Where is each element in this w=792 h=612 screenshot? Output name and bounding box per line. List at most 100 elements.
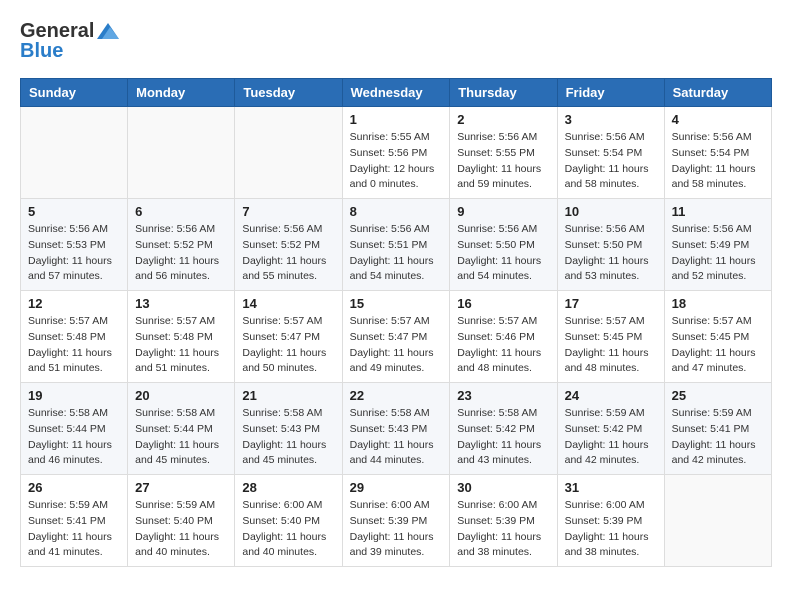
day-info: Sunrise: 5:57 AMSunset: 5:47 PMDaylight:… <box>242 314 334 377</box>
calendar-cell: 6Sunrise: 5:56 AMSunset: 5:52 PMDaylight… <box>128 199 235 291</box>
day-info: Sunrise: 5:58 AMSunset: 5:43 PMDaylight:… <box>242 406 334 469</box>
calendar-week-1: 1 Sunrise: 5:55 AMSunset: 5:56 PMDaylight… <box>21 107 772 199</box>
calendar-cell: 13Sunrise: 5:57 AMSunset: 5:48 PMDayligh… <box>128 291 235 383</box>
day-number: 7 <box>242 204 334 219</box>
calendar-cell: 25 Sunrise: 5:59 AMSunset: 5:41 PMDayligh… <box>664 383 771 475</box>
calendar-cell: 31 Sunrise: 6:00 AMSunset: 5:39 PMDayligh… <box>557 475 664 567</box>
day-info: Sunrise: 6:00 AMSunset: 5:39 PMDaylight:… <box>565 498 657 561</box>
day-number: 2 <box>457 112 549 127</box>
day-info: Sunrise: 5:59 AMSunset: 5:42 PMDaylight:… <box>565 406 657 469</box>
day-info: Sunrise: 5:55 AMSunset: 5:56 PMDaylight:… <box>350 130 443 193</box>
day-number: 9 <box>457 204 549 219</box>
day-info: Sunrise: 5:56 AMSunset: 5:53 PMDaylight:… <box>28 222 120 285</box>
day-number: 1 <box>350 112 443 127</box>
calendar-cell: 4 Sunrise: 5:56 AMSunset: 5:54 PMDaylight… <box>664 107 771 199</box>
logo-blue-word: Blue <box>20 40 119 62</box>
day-info: Sunrise: 5:57 AMSunset: 5:45 PMDaylight:… <box>565 314 657 377</box>
calendar-cell: 30 Sunrise: 6:00 AMSunset: 5:39 PMDayligh… <box>450 475 557 567</box>
day-number: 20 <box>135 388 227 403</box>
day-number: 12 <box>28 296 120 311</box>
day-info: Sunrise: 5:56 AMSunset: 5:55 PMDaylight:… <box>457 130 549 193</box>
calendar-table: SundayMondayTuesdayWednesdayThursdayFrid… <box>20 78 772 567</box>
calendar-cell <box>664 475 771 567</box>
calendar-header-row: SundayMondayTuesdayWednesdayThursdayFrid… <box>21 79 772 107</box>
day-number: 15 <box>350 296 443 311</box>
day-number: 22 <box>350 388 443 403</box>
day-info: Sunrise: 5:56 AMSunset: 5:50 PMDaylight:… <box>457 222 549 285</box>
logo-triangle-icon <box>97 23 119 39</box>
day-number: 17 <box>565 296 657 311</box>
day-number: 30 <box>457 480 549 495</box>
day-info: Sunrise: 5:59 AMSunset: 5:40 PMDaylight:… <box>135 498 227 561</box>
day-number: 13 <box>135 296 227 311</box>
calendar-cell: 23 Sunrise: 5:58 AMSunset: 5:42 PMDayligh… <box>450 383 557 475</box>
day-number: 24 <box>565 388 657 403</box>
day-info: Sunrise: 5:56 AMSunset: 5:54 PMDaylight:… <box>672 130 764 193</box>
day-number: 29 <box>350 480 443 495</box>
calendar-cell: 19Sunrise: 5:58 AMSunset: 5:44 PMDayligh… <box>21 383 128 475</box>
day-info: Sunrise: 5:57 AMSunset: 5:48 PMDaylight:… <box>28 314 120 377</box>
day-number: 14 <box>242 296 334 311</box>
calendar-cell: 18 Sunrise: 5:57 AMSunset: 5:45 PMDayligh… <box>664 291 771 383</box>
weekday-header-thursday: Thursday <box>450 79 557 107</box>
calendar-cell <box>128 107 235 199</box>
calendar-cell: 7 Sunrise: 5:56 AMSunset: 5:52 PMDaylight… <box>235 199 342 291</box>
day-number: 8 <box>350 204 443 219</box>
day-number: 31 <box>565 480 657 495</box>
day-number: 27 <box>135 480 227 495</box>
calendar-cell: 14 Sunrise: 5:57 AMSunset: 5:47 PMDayligh… <box>235 291 342 383</box>
day-info: Sunrise: 6:00 AMSunset: 5:40 PMDaylight:… <box>242 498 334 561</box>
day-info: Sunrise: 5:59 AMSunset: 5:41 PMDaylight:… <box>672 406 764 469</box>
day-info: Sunrise: 5:56 AMSunset: 5:50 PMDaylight:… <box>565 222 657 285</box>
day-number: 28 <box>242 480 334 495</box>
calendar-cell: 21 Sunrise: 5:58 AMSunset: 5:43 PMDayligh… <box>235 383 342 475</box>
day-info: Sunrise: 6:00 AMSunset: 5:39 PMDaylight:… <box>457 498 549 561</box>
calendar-cell: 1 Sunrise: 5:55 AMSunset: 5:56 PMDaylight… <box>342 107 450 199</box>
day-number: 21 <box>242 388 334 403</box>
calendar-week-2: 5 Sunrise: 5:56 AMSunset: 5:53 PMDaylight… <box>21 199 772 291</box>
weekday-header-tuesday: Tuesday <box>235 79 342 107</box>
day-info: Sunrise: 6:00 AMSunset: 5:39 PMDaylight:… <box>350 498 443 561</box>
calendar-cell: 26Sunrise: 5:59 AMSunset: 5:41 PMDayligh… <box>21 475 128 567</box>
logo-container: General Blue <box>20 20 119 62</box>
calendar-week-5: 26Sunrise: 5:59 AMSunset: 5:41 PMDayligh… <box>21 475 772 567</box>
day-info: Sunrise: 5:58 AMSunset: 5:42 PMDaylight:… <box>457 406 549 469</box>
page-header: General Blue <box>20 20 772 62</box>
day-info: Sunrise: 5:57 AMSunset: 5:45 PMDaylight:… <box>672 314 764 377</box>
day-number: 6 <box>135 204 227 219</box>
logo-text-block: General Blue <box>20 20 119 62</box>
logo-top-row: General <box>20 20 119 42</box>
calendar-week-3: 12 Sunrise: 5:57 AMSunset: 5:48 PMDayligh… <box>21 291 772 383</box>
day-number: 26 <box>28 480 120 495</box>
calendar-cell <box>235 107 342 199</box>
calendar-cell: 22 Sunrise: 5:58 AMSunset: 5:43 PMDayligh… <box>342 383 450 475</box>
day-info: Sunrise: 5:57 AMSunset: 5:47 PMDaylight:… <box>350 314 443 377</box>
day-info: Sunrise: 5:56 AMSunset: 5:51 PMDaylight:… <box>350 222 443 285</box>
weekday-header-sunday: Sunday <box>21 79 128 107</box>
calendar-week-4: 19Sunrise: 5:58 AMSunset: 5:44 PMDayligh… <box>21 383 772 475</box>
day-info: Sunrise: 5:58 AMSunset: 5:44 PMDaylight:… <box>28 406 120 469</box>
day-number: 23 <box>457 388 549 403</box>
calendar-cell: 15 Sunrise: 5:57 AMSunset: 5:47 PMDayligh… <box>342 291 450 383</box>
calendar-cell: 20 Sunrise: 5:58 AMSunset: 5:44 PMDayligh… <box>128 383 235 475</box>
day-number: 10 <box>565 204 657 219</box>
calendar-cell <box>21 107 128 199</box>
calendar-cell: 28 Sunrise: 6:00 AMSunset: 5:40 PMDayligh… <box>235 475 342 567</box>
day-number: 25 <box>672 388 764 403</box>
calendar-cell: 29 Sunrise: 6:00 AMSunset: 5:39 PMDayligh… <box>342 475 450 567</box>
day-info: Sunrise: 5:57 AMSunset: 5:46 PMDaylight:… <box>457 314 549 377</box>
day-number: 16 <box>457 296 549 311</box>
calendar-cell: 2 Sunrise: 5:56 AMSunset: 5:55 PMDaylight… <box>450 107 557 199</box>
calendar-cell: 3Sunrise: 5:56 AMSunset: 5:54 PMDaylight… <box>557 107 664 199</box>
day-number: 4 <box>672 112 764 127</box>
day-info: Sunrise: 5:58 AMSunset: 5:44 PMDaylight:… <box>135 406 227 469</box>
day-info: Sunrise: 5:58 AMSunset: 5:43 PMDaylight:… <box>350 406 443 469</box>
calendar-cell: 11Sunrise: 5:56 AMSunset: 5:49 PMDayligh… <box>664 199 771 291</box>
calendar-cell: 17 Sunrise: 5:57 AMSunset: 5:45 PMDayligh… <box>557 291 664 383</box>
calendar-cell: 24 Sunrise: 5:59 AMSunset: 5:42 PMDayligh… <box>557 383 664 475</box>
day-info: Sunrise: 5:56 AMSunset: 5:52 PMDaylight:… <box>242 222 334 285</box>
day-number: 5 <box>28 204 120 219</box>
calendar-cell: 8 Sunrise: 5:56 AMSunset: 5:51 PMDaylight… <box>342 199 450 291</box>
calendar-cell: 9 Sunrise: 5:56 AMSunset: 5:50 PMDaylight… <box>450 199 557 291</box>
day-number: 18 <box>672 296 764 311</box>
